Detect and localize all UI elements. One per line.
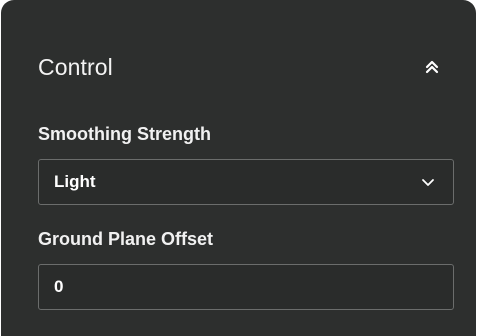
control-panel: Control Smoothing Strength Light Ground … (1, 0, 476, 336)
panel-title: Control (38, 53, 113, 80)
smoothing-strength-value: Light (54, 172, 96, 191)
chevron-down-icon (421, 177, 435, 187)
smoothing-strength-label: Smoothing Strength (38, 124, 211, 144)
panel-header: Control (38, 47, 443, 87)
collapse-button[interactable] (421, 56, 443, 78)
ground-plane-offset-input[interactable]: 0 (38, 264, 454, 310)
smoothing-strength-select[interactable]: Light (38, 159, 454, 205)
ground-plane-offset-label: Ground Plane Offset (38, 229, 214, 249)
ground-plane-offset-value: 0 (54, 277, 64, 296)
double-chevron-up-icon (425, 60, 439, 74)
